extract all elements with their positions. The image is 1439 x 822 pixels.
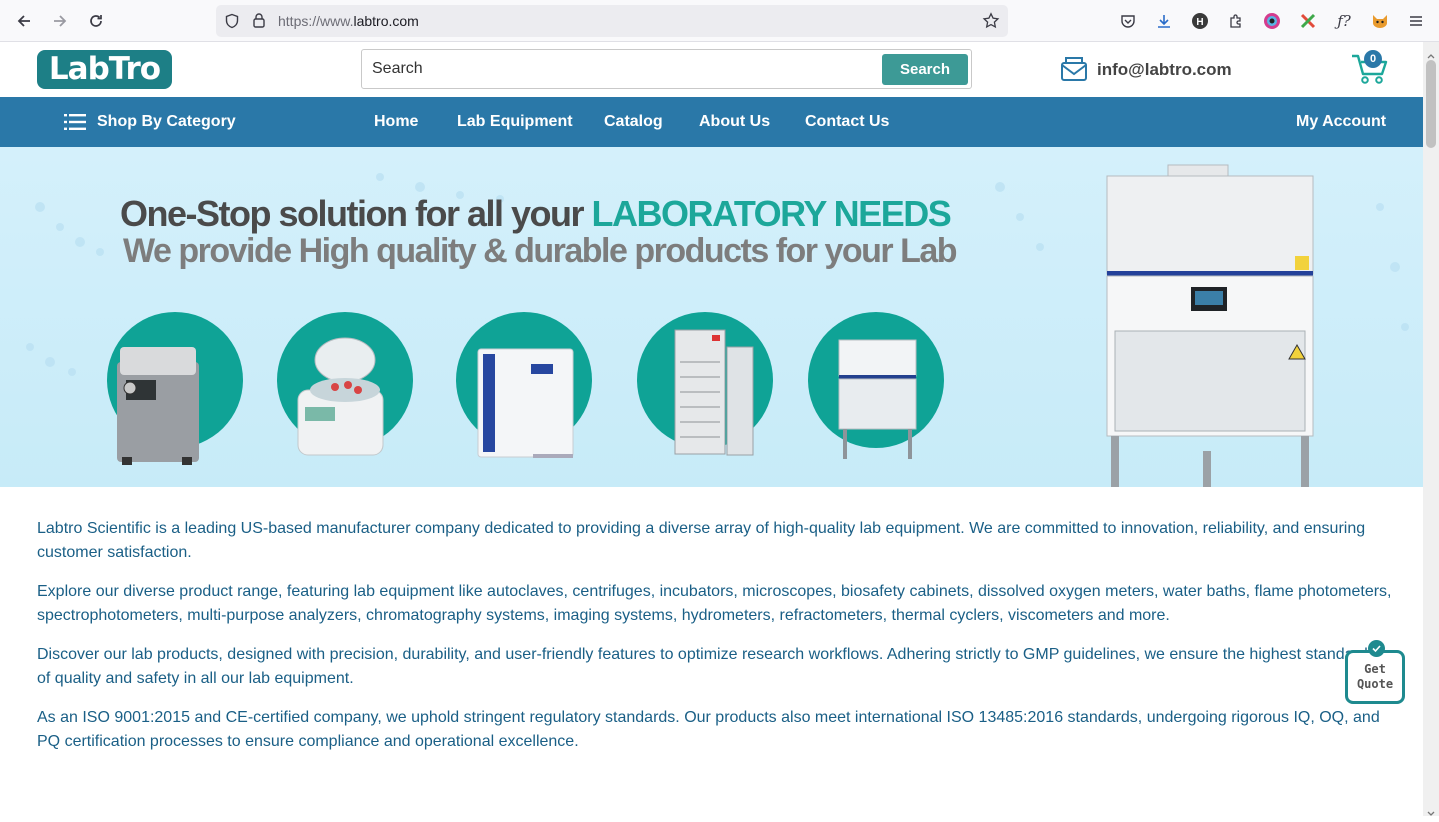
nav-my-account[interactable]: My Account [1296,113,1386,131]
main-nav: Shop By Category Home Lab Equipment Cata… [0,97,1423,147]
site-header: LabTro Search info@labtro.com 0 [0,42,1423,97]
banner-headline: One-Stop solution for all your LABORATOR… [120,193,952,234]
url-bar[interactable]: https://www.labtro.com [216,5,1008,37]
centrifuge-image [297,337,384,456]
refrigerator-image [674,329,754,456]
contact-email[interactable]: info@labtro.com [1097,60,1232,80]
banner-subheadline: We provide High quality & durable produc… [123,232,958,270]
get-quote-line2: Quote [1356,677,1394,691]
nav-catalog[interactable]: Catalog [604,113,663,131]
get-quote-button[interactable]: Get Quote [1345,650,1405,704]
lock-icon[interactable] [251,12,267,34]
nav-about-us[interactable]: About Us [699,113,770,131]
shop-by-category[interactable]: Shop By Category [97,113,236,131]
formula-icon[interactable]: ƒ? [1334,11,1354,31]
svg-text:H: H [1196,17,1203,28]
biosafety-cabinet-large-image [1106,164,1314,487]
intro-content: Labtro Scientific is a leading US-based … [37,517,1392,769]
search-input[interactable] [363,51,878,87]
url-text: https://www.labtro.com [278,13,419,29]
forward-icon[interactable] [48,9,72,33]
shield-icon[interactable] [224,13,240,34]
intro-paragraph: Labtro Scientific is a leading US-based … [37,520,1366,561]
menu-icon[interactable] [1406,11,1426,31]
fox-extension-icon[interactable] [1370,11,1390,31]
quality-paragraph: Discover our lab products, designed with… [37,646,1376,687]
browser-toolbar: https://www.labtro.com H ƒ? [0,0,1439,42]
page-scrollbar[interactable] [1423,42,1439,816]
nav-lab-equipment[interactable]: Lab Equipment [457,113,573,131]
certification-paragraph: As an ISO 9001:2015 and CE-certified com… [37,709,1380,750]
scroll-down-icon[interactable] [1427,804,1435,822]
labtro-logo[interactable]: LabTro [37,50,172,89]
cart-count-badge: 0 [1364,50,1382,68]
puzzle-icon[interactable] [1226,11,1246,31]
reload-icon[interactable] [84,9,108,33]
cross-tool-icon[interactable] [1298,11,1318,31]
hero-banner[interactable]: One-Stop solution for all your LABORATOR… [0,147,1423,487]
autoclave-image [117,347,199,465]
nav-home[interactable]: Home [374,113,418,131]
mail-icon[interactable] [1060,55,1088,83]
biosafety-cabinet-image [838,339,917,459]
product-range-paragraph: Explore our diverse product range, featu… [37,583,1392,624]
download-icon[interactable] [1154,11,1174,31]
bookmark-star-icon[interactable] [982,12,1000,35]
back-icon[interactable] [12,9,36,33]
color-picker-icon[interactable] [1262,11,1282,31]
search-box: Search [361,49,972,89]
incubator-image [477,348,574,458]
extension-h-icon[interactable]: H [1190,11,1210,31]
nav-contact-us[interactable]: Contact Us [805,113,889,131]
search-button[interactable]: Search [882,54,968,85]
scroll-thumb[interactable] [1426,60,1436,148]
quote-chat-icon[interactable] [1368,640,1385,657]
get-quote-line1: Get [1364,662,1386,676]
pocket-icon[interactable] [1118,11,1138,31]
list-icon[interactable] [64,114,86,130]
